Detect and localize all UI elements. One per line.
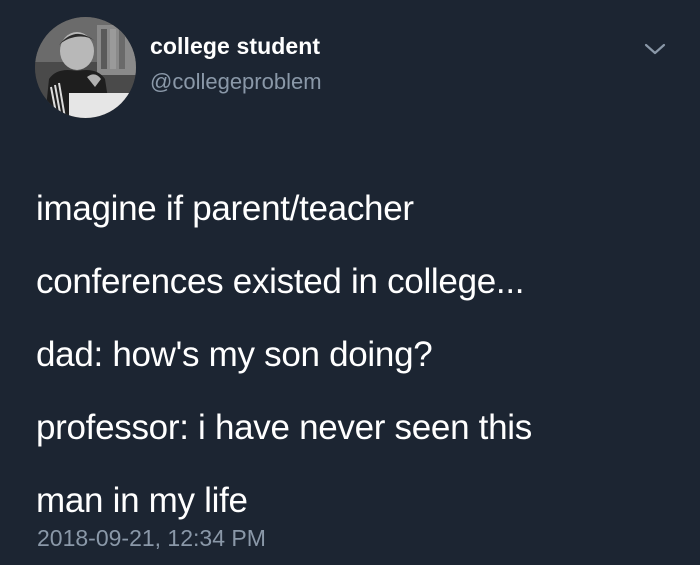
tweet-line: professor: i have never seen this [36,408,532,447]
author-handle[interactable]: @collegeproblem [150,69,322,95]
tweet-line: dad: how's my son doing? [36,335,433,374]
chevron-down-icon[interactable] [643,40,667,58]
author-name[interactable]: college student [150,33,320,60]
tweet-timestamp[interactable]: 2018-09-21, 12:34 PM [37,525,266,552]
tweet-line: conferences existed in college... [36,262,525,301]
avatar-photo [35,17,136,118]
tweet-text: imagine if parent/teacher conferences ex… [36,172,676,537]
tweet-line: imagine if parent/teacher [36,189,414,228]
tweet-card: college student @collegeproblem imagine … [0,0,700,565]
avatar[interactable] [35,17,136,118]
